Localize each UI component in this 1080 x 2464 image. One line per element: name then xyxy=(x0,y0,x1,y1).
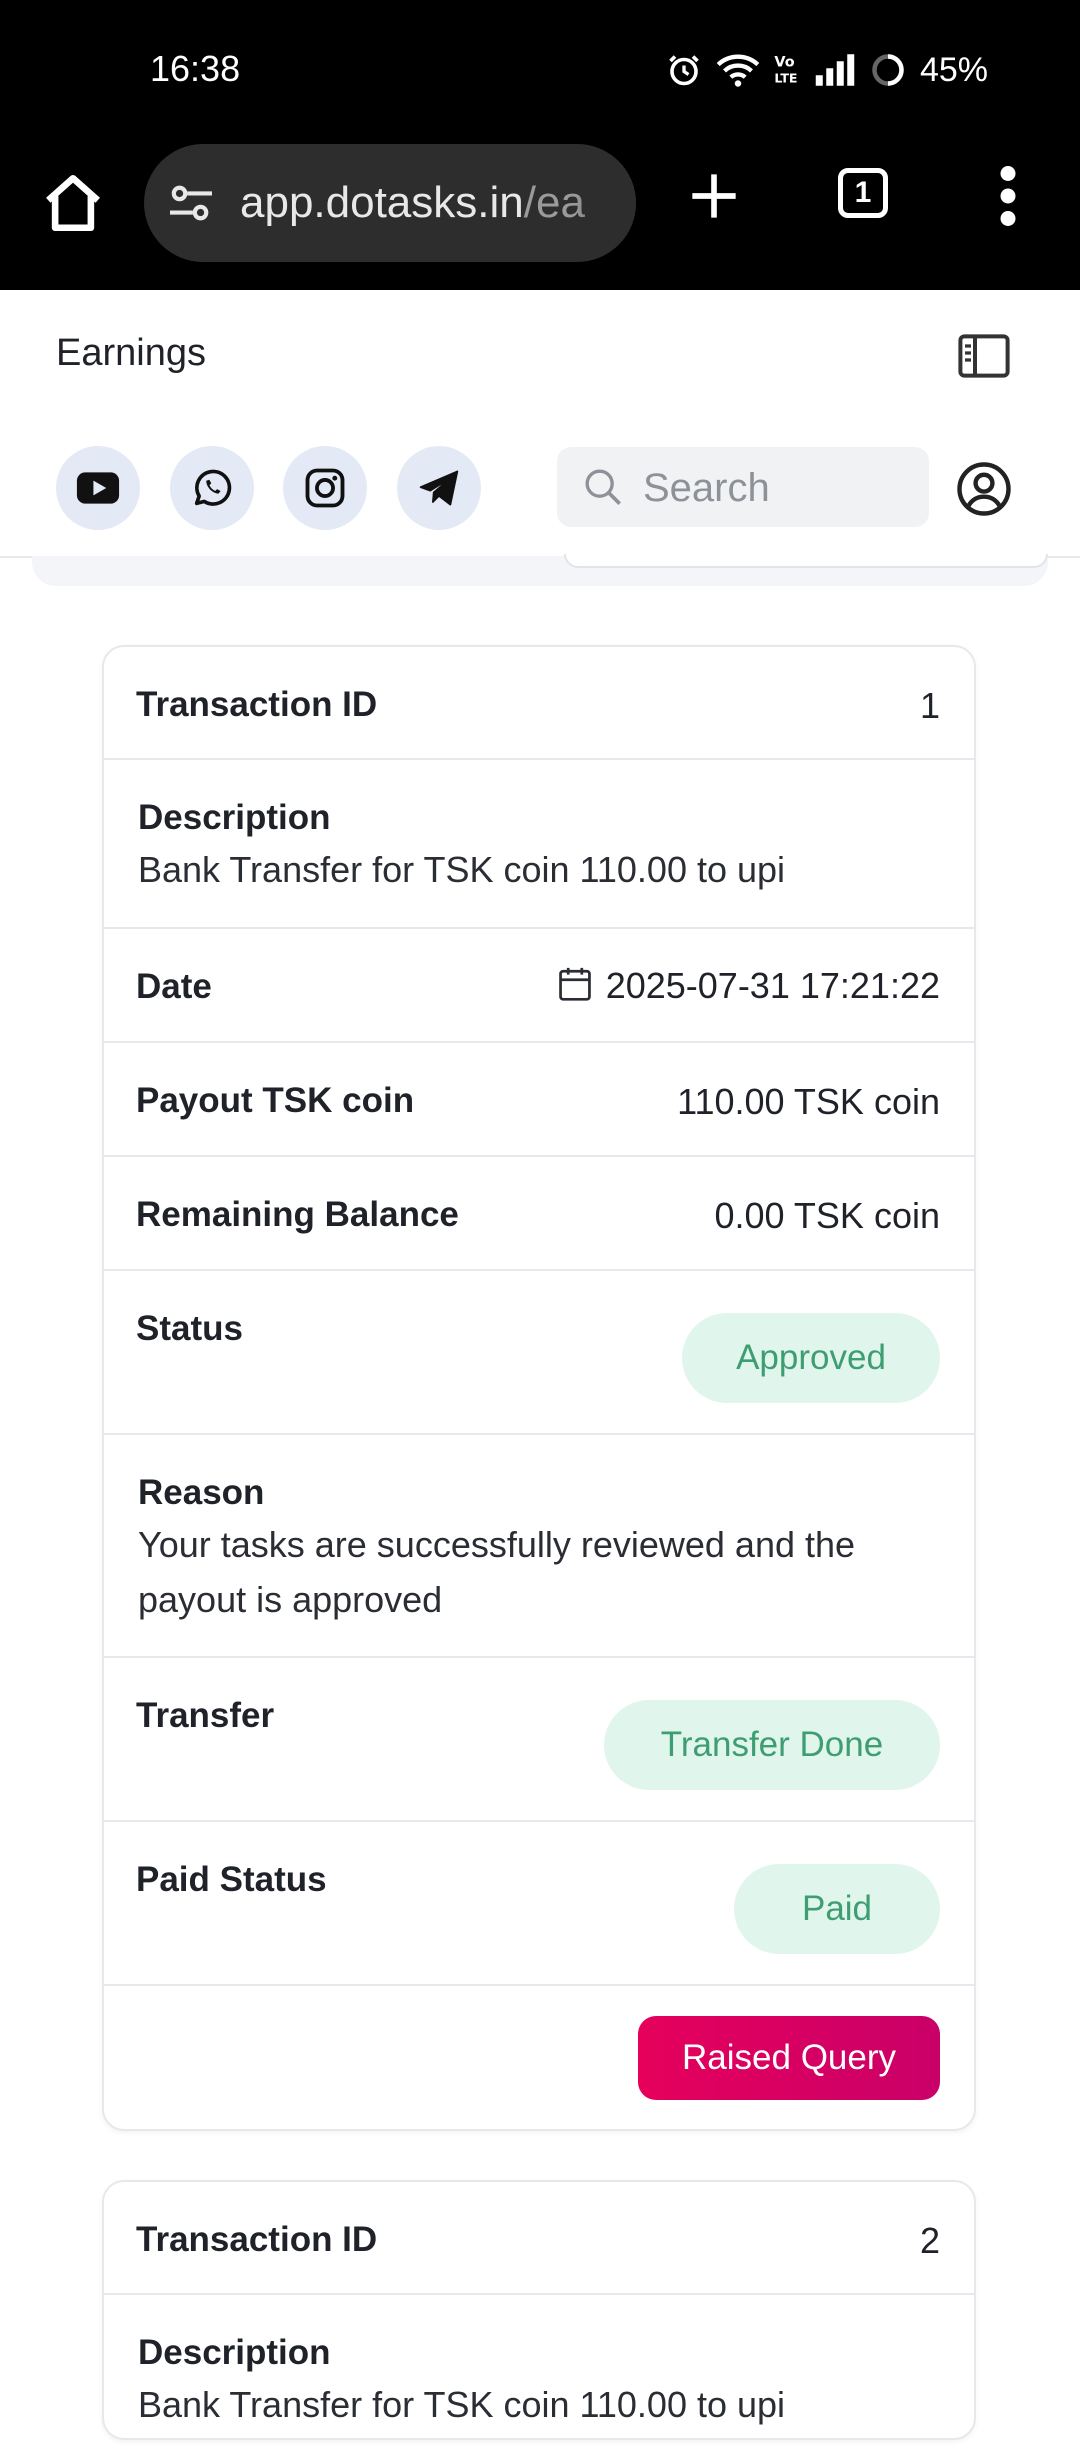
status-bar: 16:38 Vo LTE 45% xyxy=(0,0,1080,144)
reason-line-1: Your tasks are successfully reviewed and… xyxy=(138,1524,856,1565)
reason-line-2: payout is approved xyxy=(138,1579,443,1620)
tab-count: 1 xyxy=(854,176,872,209)
transaction-id-row: Transaction ID 2 xyxy=(104,2182,974,2295)
search-box[interactable] xyxy=(557,447,929,527)
tune-icon[interactable] xyxy=(168,182,214,224)
transaction-id-label: Transaction ID xyxy=(136,2220,378,2259)
payout-row: Payout TSK coin 110.00 TSK coin xyxy=(104,1043,974,1157)
balance-value: 0.00 TSK coin xyxy=(714,1195,940,1236)
url-bar[interactable]: app.dotasks.in/ea xyxy=(144,144,636,262)
paid-status-label: Paid Status xyxy=(136,1860,327,1899)
reason-row: Reason Your tasks are successfully revie… xyxy=(104,1435,974,1658)
transaction-id-row: Transaction ID 1 xyxy=(104,647,974,760)
payout-label: Payout TSK coin xyxy=(136,1081,415,1120)
tabs-button[interactable]: 1 xyxy=(838,168,888,218)
transfer-row: Transfer Transfer Done xyxy=(104,1658,974,1822)
status-time: 16:38 xyxy=(150,48,241,89)
transaction-id-value: 2 xyxy=(919,2220,940,2261)
search-icon xyxy=(585,469,621,505)
description-label: Description xyxy=(138,798,331,837)
transaction-id-value: 1 xyxy=(919,685,940,726)
balance-row: Remaining Balance 0.00 TSK coin xyxy=(104,1157,974,1271)
description-row: Description Bank Transfer for TSK coin 1… xyxy=(104,2295,974,2464)
paid-badge: Paid xyxy=(734,1864,940,1954)
description-value: Bank Transfer for TSK coin 110.00 to upi xyxy=(138,849,786,890)
svg-text:LTE: LTE xyxy=(774,71,797,86)
url-text[interactable]: app.dotasks.in/ea xyxy=(240,178,585,228)
date-value-wrap: 2025-07-31 17:21:22 xyxy=(558,965,940,1007)
wifi-icon xyxy=(716,54,760,87)
description-value: Bank Transfer for TSK coin 110.00 to upi xyxy=(138,2384,786,2425)
battery-icon xyxy=(872,54,904,86)
status-row: Status Approved xyxy=(104,1271,974,1435)
battery-percent: 45% xyxy=(919,50,988,89)
filter-panel-bottom xyxy=(32,554,1048,586)
app-header: Earnings xyxy=(0,290,1080,558)
browser-toolbar: app.dotasks.in/ea 1 xyxy=(0,144,1080,290)
status-badge: Approved xyxy=(682,1313,940,1403)
transaction-card: Transaction ID 2 Description Bank Transf… xyxy=(102,2180,976,2440)
date-row: Date 2025-07-31 17:21:22 xyxy=(104,929,974,1043)
reason-label: Reason xyxy=(138,1473,265,1512)
volte-icon: Vo LTE xyxy=(774,54,797,86)
sidebar-toggle-icon[interactable] xyxy=(958,334,1010,378)
transaction-id-label: Transaction ID xyxy=(136,685,378,724)
url-fade xyxy=(576,144,636,262)
filter-input-edge xyxy=(564,554,1048,568)
actions-row: Raised Query xyxy=(104,1986,974,2126)
svg-text:Vo: Vo xyxy=(774,54,794,70)
page-title: Earnings xyxy=(56,332,206,374)
search-input[interactable] xyxy=(641,461,915,515)
youtube-icon xyxy=(76,472,120,504)
transfer-label: Transfer xyxy=(136,1696,275,1735)
instagram-button[interactable] xyxy=(283,446,367,530)
url-domain: app.dotasks.in xyxy=(240,178,524,227)
youtube-button[interactable] xyxy=(56,446,140,530)
date-value: 2025-07-31 17:21:22 xyxy=(605,965,940,1006)
telegram-icon xyxy=(419,470,459,506)
paid-status-row: Paid Status Paid xyxy=(104,1822,974,1986)
plus-icon[interactable] xyxy=(688,170,740,222)
home-icon[interactable] xyxy=(40,170,106,236)
instagram-icon xyxy=(305,468,345,508)
profile-icon[interactable] xyxy=(956,461,1012,517)
status-label: Status xyxy=(136,1309,243,1348)
more-vert-icon[interactable] xyxy=(996,166,1020,226)
payout-value: 110.00 TSK coin xyxy=(677,1081,940,1122)
alarm-icon xyxy=(669,55,699,86)
calendar-icon xyxy=(558,967,591,1001)
whatsapp-icon xyxy=(194,469,232,506)
description-row: Description Bank Transfer for TSK coin 1… xyxy=(104,760,974,929)
telegram-button[interactable] xyxy=(397,446,481,530)
balance-label: Remaining Balance xyxy=(136,1195,459,1234)
transfer-badge: Transfer Done xyxy=(604,1700,940,1790)
whatsapp-button[interactable] xyxy=(170,446,254,530)
transaction-card: Transaction ID 1 Description Bank Transf… xyxy=(102,645,976,2131)
description-label: Description xyxy=(138,2333,331,2372)
signal-icon xyxy=(815,54,855,86)
date-label: Date xyxy=(136,967,212,1006)
raised-query-button[interactable]: Raised Query xyxy=(638,2016,940,2100)
status-icons: Vo LTE 45% xyxy=(666,48,988,92)
